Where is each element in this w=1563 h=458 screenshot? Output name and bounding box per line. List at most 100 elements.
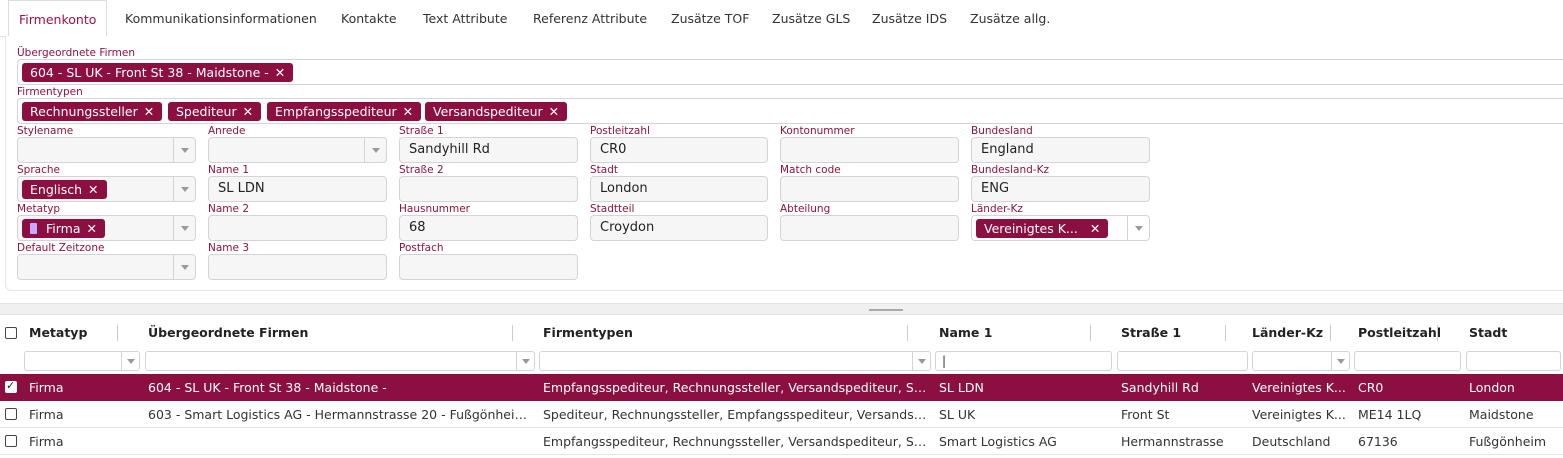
column-header-parent[interactable]: Übergeordnete Firmen: [148, 317, 308, 349]
default-zeitzone-label: Default Zeitzone: [17, 242, 105, 254]
column-divider[interactable]: [1330, 325, 1331, 341]
column-divider[interactable]: [117, 325, 118, 341]
sprache-chip[interactable]: Englisch ✕: [22, 180, 107, 199]
company-type-chip[interactable]: Spediteur ✕: [168, 102, 262, 121]
laender-kz-select[interactable]: Vereinigtes K... ✕: [971, 215, 1150, 241]
tab-kontakte[interactable]: Kontakte: [341, 0, 397, 37]
cell-name1: Smart Logistics AG: [939, 434, 1057, 449]
chevron-down-icon[interactable]: [173, 138, 195, 162]
filter-parent[interactable]: [145, 351, 535, 371]
remove-chip-icon[interactable]: ✕: [144, 104, 154, 119]
sprache-select[interactable]: Englisch ✕: [17, 176, 196, 202]
chevron-down-icon[interactable]: [516, 352, 534, 370]
cell-metatyp: Firma: [29, 380, 64, 395]
table-row[interactable]: Firma 604 - SL UK - Front St 38 - Maidst…: [0, 374, 1563, 401]
company-type-chip[interactable]: Rechnungssteller ✕: [22, 102, 163, 121]
remove-chip-icon[interactable]: ✕: [87, 221, 97, 236]
table-row[interactable]: Firma Empfangsspediteur, Rechnungsstelle…: [0, 428, 1563, 455]
chevron-down-icon[interactable]: [173, 216, 195, 240]
column-divider[interactable]: [512, 325, 513, 341]
remove-chip-icon[interactable]: ✕: [549, 104, 559, 119]
column-header-firmentypen[interactable]: Firmentypen: [543, 317, 633, 349]
strasse1-input[interactable]: Sandyhill Rd: [399, 137, 578, 163]
filter-postleitzahl[interactable]: [1354, 351, 1461, 371]
column-header-stadt[interactable]: Stadt: [1469, 317, 1507, 349]
tab-zusaetze-allg[interactable]: Zusätze allg.: [970, 0, 1050, 37]
parent-company-chip[interactable]: 604 - SL UK - Front St 38 - Maidstone - ✕: [22, 63, 294, 82]
remove-chip-icon[interactable]: ✕: [243, 104, 253, 119]
metatyp-select[interactable]: Firma ✕: [17, 215, 196, 241]
metatyp-chip[interactable]: Firma ✕: [22, 219, 105, 238]
drag-handle-icon[interactable]: [869, 309, 903, 311]
column-divider[interactable]: [907, 325, 908, 341]
company-type-chip[interactable]: Versandspediteur ✕: [425, 102, 568, 121]
filter-stadt[interactable]: [1466, 351, 1561, 371]
filter-laender-kz[interactable]: [1252, 351, 1350, 371]
match-code-label: Match code: [780, 164, 841, 176]
column-divider[interactable]: [1437, 325, 1438, 341]
column-header-strasse1[interactable]: Straße 1: [1121, 317, 1181, 349]
postfach-label: Postfach: [399, 242, 444, 254]
chevron-down-icon[interactable]: [1127, 216, 1149, 240]
tab-text-attribute[interactable]: Text Attribute: [423, 0, 507, 37]
stadtteil-input[interactable]: Croydon: [590, 215, 768, 241]
filter-strasse1[interactable]: [1117, 351, 1248, 371]
chevron-down-icon[interactable]: [364, 138, 386, 162]
filter-firmentypen[interactable]: [539, 351, 931, 371]
match-code-input[interactable]: [780, 176, 959, 202]
tab-zusaetze-tof[interactable]: Zusätze TOF: [671, 0, 749, 37]
cell-laender-kz: Vereinigtes K...: [1252, 380, 1346, 395]
select-all-checkbox[interactable]: [5, 327, 17, 339]
column-divider[interactable]: [1225, 325, 1226, 341]
stadt-input[interactable]: London: [590, 176, 768, 202]
parent-companies-field[interactable]: 604 - SL UK - Front St 38 - Maidstone - ✕: [17, 59, 1563, 85]
chip-label: Firma: [46, 221, 81, 236]
chevron-down-icon[interactable]: [912, 352, 930, 370]
tab-kommunikationsinformationen[interactable]: Kommunikationsinformationen: [125, 0, 317, 37]
postleitzahl-input[interactable]: CR0: [590, 137, 768, 163]
name3-input[interactable]: [208, 254, 387, 280]
row-checkbox[interactable]: [5, 379, 17, 393]
name1-input[interactable]: SL LDN: [208, 176, 387, 202]
chevron-down-icon[interactable]: [121, 352, 139, 370]
abteilung-label: Abteilung: [780, 203, 831, 215]
stylename-select[interactable]: [17, 137, 196, 163]
postfach-input[interactable]: [399, 254, 578, 280]
chevron-down-icon[interactable]: [173, 177, 195, 201]
kontonummer-input[interactable]: [780, 137, 959, 163]
column-header-postleitzahl[interactable]: Postleitzahl: [1358, 317, 1441, 349]
column-header-name1[interactable]: Name 1: [939, 317, 992, 349]
remove-chip-icon[interactable]: ✕: [1090, 221, 1100, 236]
column-header-laender-kz[interactable]: Länder-Kz: [1252, 317, 1323, 349]
anrede-select[interactable]: [208, 137, 387, 163]
strasse2-input[interactable]: [399, 176, 578, 202]
chip-label: Versandspediteur: [433, 104, 543, 119]
name2-input[interactable]: [208, 215, 387, 241]
remove-chip-icon[interactable]: ✕: [88, 182, 98, 197]
bundesland-input[interactable]: England: [971, 137, 1150, 163]
company-type-chip[interactable]: Empfangsspediteur ✕: [267, 102, 422, 121]
table-row[interactable]: Firma 603 - Smart Logistics AG - Hermann…: [0, 401, 1563, 428]
hausnummer-input[interactable]: 68: [399, 215, 578, 241]
remove-chip-icon[interactable]: ✕: [403, 104, 413, 119]
column-header-metatyp[interactable]: Metatyp: [29, 317, 87, 349]
laender-kz-chip[interactable]: Vereinigtes K... ✕: [976, 219, 1109, 238]
tab-zusaetze-gls[interactable]: Zusätze GLS: [772, 0, 850, 37]
filter-name1[interactable]: |: [935, 351, 1112, 371]
tab-firmenkonto[interactable]: Firmenkonto: [8, 0, 108, 38]
row-checkbox[interactable]: [5, 435, 17, 447]
bundesland-kz-input[interactable]: ENG: [971, 176, 1150, 202]
row-checkbox[interactable]: [5, 408, 17, 420]
remove-chip-icon[interactable]: ✕: [275, 65, 285, 80]
abteilung-input[interactable]: [780, 215, 959, 241]
parent-companies-label: Übergeordnete Firmen: [17, 47, 135, 59]
company-types-field[interactable]: Rechnungssteller ✕ Spediteur ✕ Empfangsspe…: [17, 98, 1563, 124]
filter-metatyp[interactable]: [24, 351, 140, 371]
panel-splitter[interactable]: [0, 303, 1563, 315]
chevron-down-icon[interactable]: [173, 255, 195, 279]
tab-zusaetze-ids[interactable]: Zusätze IDS: [872, 0, 947, 37]
default-zeitzone-select[interactable]: [17, 254, 196, 280]
column-divider[interactable]: [1090, 325, 1091, 341]
chevron-down-icon[interactable]: [1331, 352, 1349, 370]
tab-referenz-attribute[interactable]: Referenz Attribute: [533, 0, 647, 37]
